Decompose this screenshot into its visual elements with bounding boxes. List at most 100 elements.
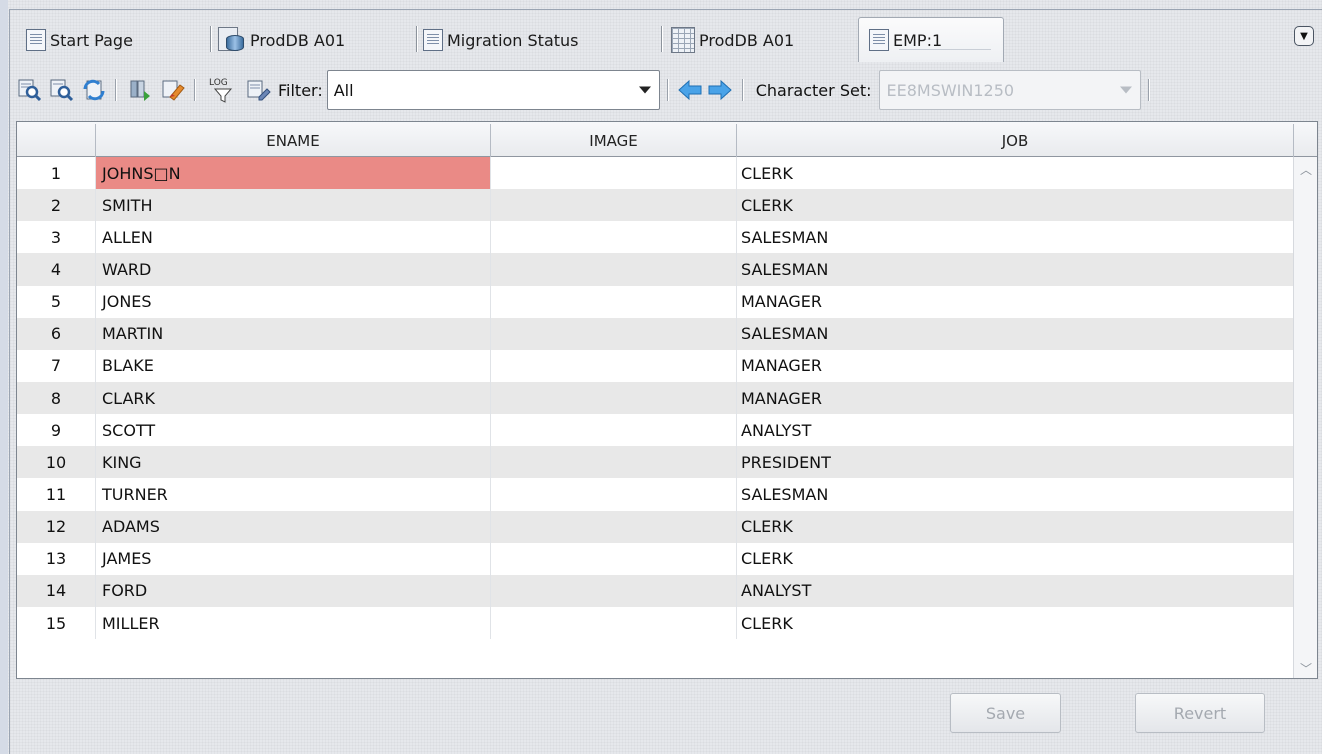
image-cell[interactable] bbox=[491, 574, 737, 607]
ename-cell[interactable]: FORD bbox=[96, 574, 491, 607]
next-arrow-icon[interactable] bbox=[705, 76, 735, 104]
ename-cell[interactable]: JONES bbox=[96, 285, 491, 318]
tab-label: ProdDB A01 bbox=[250, 30, 346, 50]
scroll-down-icon[interactable]: ﹀ bbox=[1294, 658, 1317, 678]
image-cell[interactable] bbox=[491, 542, 737, 575]
ename-cell[interactable]: ALLEN bbox=[96, 221, 491, 254]
charset-select[interactable]: EE8MSWIN1250 bbox=[879, 70, 1142, 110]
table-row[interactable]: 15 MILLER CLERK bbox=[17, 606, 1317, 640]
job-cell[interactable]: PRESIDENT bbox=[737, 446, 1294, 479]
image-cell[interactable] bbox=[491, 381, 737, 415]
row-number-cell: 11 bbox=[17, 478, 96, 511]
ename-cell[interactable]: SMITH bbox=[96, 189, 491, 222]
ename-cell[interactable]: WARD bbox=[96, 253, 491, 286]
job-cell[interactable]: CLERK bbox=[737, 157, 1294, 190]
image-cell[interactable] bbox=[491, 606, 737, 640]
image-cell[interactable] bbox=[491, 510, 737, 543]
row-number-cell: 10 bbox=[17, 446, 96, 479]
table-row[interactable]: 7 BLAKE MANAGER bbox=[17, 349, 1317, 382]
job-cell[interactable]: ANALYST bbox=[737, 574, 1294, 607]
tab-proddb-a01[interactable]: ProdDB A01 bbox=[208, 20, 418, 60]
filter-select[interactable]: All bbox=[326, 70, 660, 110]
image-cell[interactable] bbox=[491, 189, 737, 222]
filter-label: Filter: bbox=[278, 80, 323, 100]
clear-icon[interactable] bbox=[159, 76, 187, 104]
job-cell[interactable]: MANAGER bbox=[737, 381, 1294, 415]
vertical-scrollbar[interactable]: ︿ ﹀ bbox=[1293, 157, 1317, 678]
export-icon[interactable] bbox=[127, 76, 155, 104]
table-row[interactable]: 8 CLARK MANAGER bbox=[17, 381, 1317, 415]
table-row[interactable]: 14 FORD ANALYST bbox=[17, 574, 1317, 607]
document-icon bbox=[869, 29, 889, 51]
job-cell[interactable]: MANAGER bbox=[737, 349, 1294, 382]
ename-cell[interactable]: JOHNS□N bbox=[96, 157, 491, 190]
tab-proddb-a01-grid[interactable]: ProdDB A01 bbox=[661, 20, 851, 60]
column-header-image[interactable]: IMAGE bbox=[491, 124, 737, 158]
image-cell[interactable] bbox=[491, 414, 737, 447]
charset-value: EE8MSWIN1250 bbox=[886, 80, 1015, 100]
tab-start-page[interactable]: Start Page bbox=[16, 20, 212, 60]
refresh-icon[interactable] bbox=[80, 76, 108, 104]
tab-emp-1[interactable]: EMP:1 bbox=[858, 17, 1004, 62]
ename-cell[interactable]: JAMES bbox=[96, 542, 491, 575]
row-number-cell: 5 bbox=[17, 285, 96, 318]
log-filter-icon[interactable]: LOG bbox=[206, 76, 240, 104]
table-row[interactable]: 3 ALLEN SALESMAN bbox=[17, 221, 1317, 254]
table-row[interactable]: 4 WARD SALESMAN bbox=[17, 253, 1317, 286]
ename-cell[interactable]: SCOTT bbox=[96, 414, 491, 447]
table-row[interactable]: 11 TURNER SALESMAN bbox=[17, 478, 1317, 511]
image-cell[interactable] bbox=[491, 478, 737, 511]
job-cell[interactable]: ANALYST bbox=[737, 414, 1294, 447]
grid-header: ENAME IMAGE JOB bbox=[17, 122, 1317, 158]
job-cell[interactable]: CLERK bbox=[737, 542, 1294, 575]
table-row[interactable]: 13 JAMES CLERK bbox=[17, 542, 1317, 575]
image-cell[interactable] bbox=[491, 317, 737, 350]
column-header-job[interactable]: JOB bbox=[737, 124, 1294, 158]
revert-button[interactable]: Revert bbox=[1135, 693, 1265, 733]
job-cell[interactable]: SALESMAN bbox=[737, 253, 1294, 286]
job-cell[interactable]: SALESMAN bbox=[737, 317, 1294, 350]
ename-cell[interactable]: MILLER bbox=[96, 606, 491, 640]
document-icon bbox=[26, 29, 46, 51]
table-row[interactable]: 10 KING PRESIDENT bbox=[17, 446, 1317, 479]
ename-cell[interactable]: KING bbox=[96, 446, 491, 479]
tab-label: Migration Status bbox=[447, 30, 579, 50]
job-cell[interactable]: CLERK bbox=[737, 189, 1294, 222]
ename-cell[interactable]: BLAKE bbox=[96, 349, 491, 382]
table-row[interactable]: 2 SMITH CLERK bbox=[17, 189, 1317, 222]
image-cell[interactable] bbox=[491, 253, 737, 286]
chevron-down-icon bbox=[638, 86, 651, 94]
image-cell[interactable] bbox=[491, 349, 737, 382]
save-button[interactable]: Save bbox=[950, 693, 1061, 733]
previous-arrow-icon[interactable] bbox=[675, 76, 705, 104]
grid-icon bbox=[671, 27, 695, 53]
ename-cell[interactable]: MARTIN bbox=[96, 317, 491, 350]
tab-list-dropdown-icon[interactable]: ▼ bbox=[1294, 26, 1314, 46]
tab-migration-status[interactable]: Migration Status bbox=[413, 20, 663, 60]
table-row[interactable]: 9 SCOTT ANALYST bbox=[17, 414, 1317, 447]
image-cell[interactable] bbox=[491, 285, 737, 318]
table-row[interactable]: 1 JOHNS□N CLERK bbox=[17, 157, 1317, 190]
grid-body: 1 JOHNS□N CLERK 2 SMITH CLERK 3 ALLEN SALESMAN 4 W… bbox=[17, 157, 1317, 640]
image-cell[interactable] bbox=[491, 446, 737, 479]
ename-cell[interactable]: CLARK bbox=[96, 381, 491, 415]
table-row[interactable]: 5 JONES MANAGER bbox=[17, 285, 1317, 318]
row-number-cell: 2 bbox=[17, 189, 96, 222]
edit-filter-icon[interactable] bbox=[244, 76, 272, 104]
ename-cell[interactable]: ADAMS bbox=[96, 510, 491, 543]
table-row[interactable]: 6 MARTIN SALESMAN bbox=[17, 317, 1317, 350]
ename-cell[interactable]: TURNER bbox=[96, 478, 491, 511]
find-next-icon[interactable] bbox=[48, 76, 76, 104]
job-cell[interactable]: MANAGER bbox=[737, 285, 1294, 318]
job-cell[interactable]: SALESMAN bbox=[737, 221, 1294, 254]
table-row[interactable]: 12 ADAMS CLERK bbox=[17, 510, 1317, 543]
job-cell[interactable]: SALESMAN bbox=[737, 478, 1294, 511]
image-cell[interactable] bbox=[491, 157, 737, 190]
job-cell[interactable]: CLERK bbox=[737, 606, 1294, 640]
row-number-cell: 3 bbox=[17, 221, 96, 254]
scroll-up-icon[interactable]: ︿ bbox=[1294, 159, 1317, 179]
column-header-ename[interactable]: ENAME bbox=[96, 124, 491, 158]
find-icon[interactable] bbox=[16, 76, 44, 104]
image-cell[interactable] bbox=[491, 221, 737, 254]
job-cell[interactable]: CLERK bbox=[737, 510, 1294, 543]
